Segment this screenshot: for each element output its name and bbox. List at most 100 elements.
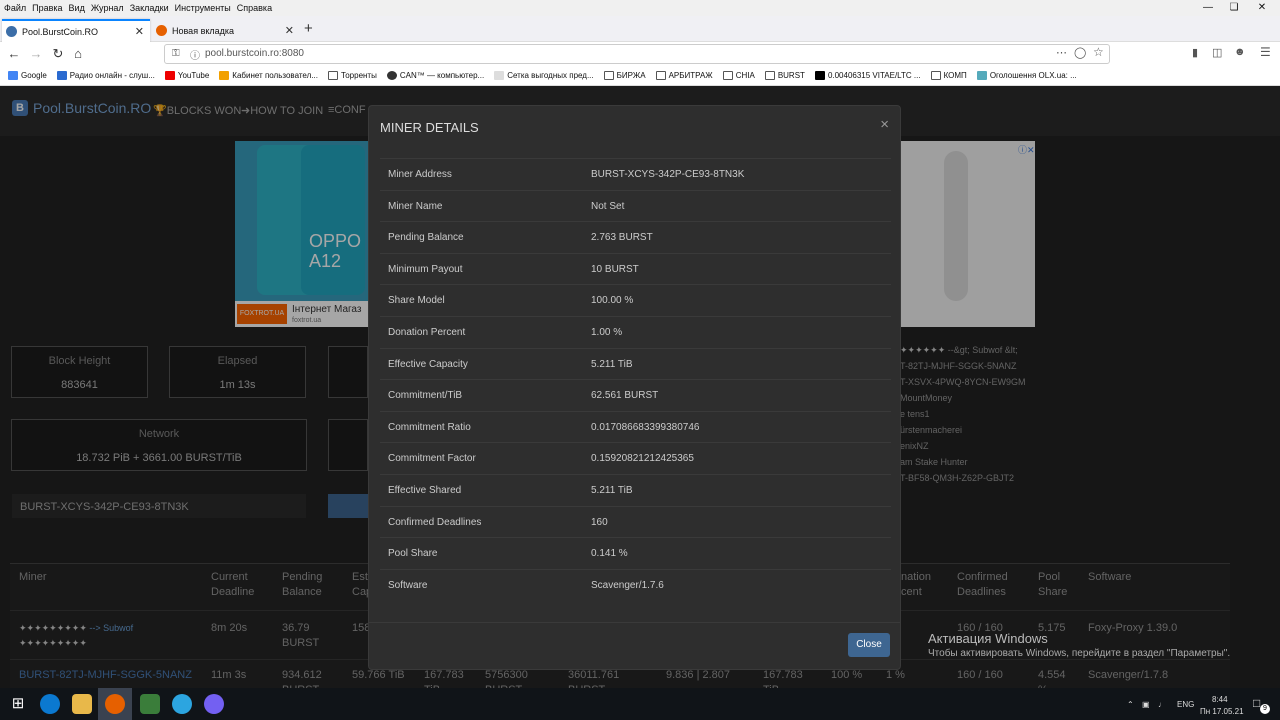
- google-icon: [8, 71, 18, 80]
- close-tab-icon[interactable]: ✕: [135, 25, 144, 38]
- back-icon[interactable]: ←: [4, 42, 24, 66]
- tab-pool-burstcoin[interactable]: Pool.BurstCoin.RO ✕: [2, 19, 150, 42]
- bookmark-chia[interactable]: CHIA: [722, 71, 755, 80]
- modal-title: MINER DETAILS: [380, 120, 479, 135]
- details-key: Effective Shared: [388, 485, 462, 496]
- folder-icon: [655, 71, 666, 80]
- close-window-icon[interactable]: ✕: [1244, 0, 1280, 16]
- menu-edit[interactable]: Правка: [32, 3, 62, 13]
- details-key: Share Model: [388, 295, 445, 307]
- page-info-icon[interactable]: ⓘ: [190, 47, 200, 62]
- details-key: Donation Percent: [388, 327, 466, 338]
- activation-watermark-text: Чтобы активировать Windows, перейдите в …: [928, 648, 1231, 659]
- pocket-icon[interactable]: ◯: [1074, 46, 1086, 59]
- radio-icon: [56, 71, 67, 80]
- details-row: Miner Name Not Set: [380, 189, 891, 222]
- close-button[interactable]: Close: [848, 633, 890, 657]
- details-key: Minimum Payout: [388, 263, 463, 275]
- menu-help[interactable]: Справка: [237, 3, 272, 13]
- hamburger-menu-icon[interactable]: ☰: [1260, 45, 1271, 59]
- youtube-icon: [164, 71, 175, 80]
- details-value: 10 BURST: [591, 263, 639, 275]
- clock-date[interactable]: Пн 17.05.21: [1200, 707, 1244, 716]
- details-row: Effective Capacity 5.211 TiB: [380, 347, 891, 380]
- details-value: 0.141 %: [591, 548, 628, 560]
- details-value: 0.017086683399380746: [591, 421, 700, 433]
- bookmark-star-icon[interactable]: ☆: [1093, 45, 1104, 59]
- bookmark-torrents[interactable]: Торренты: [327, 71, 377, 80]
- details-value: Not Set: [591, 200, 625, 212]
- home-icon[interactable]: ⌂: [68, 42, 88, 66]
- sidebar-icon[interactable]: ◫: [1212, 46, 1222, 59]
- details-row: Commitment/TiB 62.561 BURST: [380, 379, 891, 411]
- tab-label: Новая вкладка: [172, 25, 235, 36]
- bookmark-grid[interactable]: Сетка выгодных пред...: [494, 71, 594, 80]
- bookmark-cabinet[interactable]: Кабинет пользовател...: [219, 71, 318, 80]
- firefox-icon[interactable]: [105, 694, 125, 714]
- url-bar[interactable]: pool.burstcoin.ro:8080: [164, 44, 1110, 64]
- close-tab-icon[interactable]: ✕: [285, 24, 294, 37]
- can-icon: [386, 71, 397, 80]
- network-icon[interactable]: ▣: [1142, 700, 1150, 709]
- bookmark-arbitrage[interactable]: АРБИТРАЖ: [655, 71, 713, 80]
- details-key: Commitment Ratio: [388, 421, 471, 433]
- details-value: 1.00 %: [591, 327, 623, 338]
- menu-view[interactable]: Вид: [69, 3, 85, 13]
- menu-tools[interactable]: Инструменты: [175, 3, 231, 13]
- new-tab-icon[interactable]: +: [304, 20, 313, 37]
- details-value: 62.561 BURST: [591, 390, 659, 402]
- windows-start-icon[interactable]: ⊞: [8, 694, 28, 714]
- file-explorer-icon[interactable]: [72, 694, 92, 714]
- details-value: 160: [591, 516, 608, 528]
- clock-time[interactable]: 8:44: [1212, 695, 1228, 704]
- shield-icon[interactable]: ⚿: [172, 48, 180, 59]
- details-row: Donation Percent 1.00 %: [380, 316, 891, 348]
- library-icon[interactable]: ▮: [1192, 46, 1198, 59]
- details-key: Software: [388, 579, 428, 591]
- details-value: Scavenger/1.7.6: [591, 579, 664, 591]
- menu-history[interactable]: Журнал: [91, 3, 124, 13]
- account-icon[interactable]: ☻: [1234, 46, 1246, 58]
- bookmark-radio[interactable]: Радио онлайн - слуш...: [56, 71, 155, 80]
- app-icon[interactable]: [140, 694, 160, 714]
- olx-icon: [976, 71, 987, 80]
- details-value: 5.211 TiB: [591, 358, 633, 370]
- menu-bar: Файл Правка Вид Журнал Закладки Инструме…: [0, 0, 1280, 16]
- details-row: Minimum Payout 10 BURST: [380, 252, 891, 285]
- details-key: Miner Address: [388, 169, 452, 180]
- details-row: Miner Address BURST-XCYS-342P-CE93-8TN3K: [380, 158, 891, 190]
- reload-icon[interactable]: ↻: [48, 42, 68, 66]
- details-row: Share Model 100.00 %: [380, 284, 891, 316]
- tab-new-tab[interactable]: Новая вкладка ✕: [152, 19, 300, 42]
- details-value: 100.00 %: [591, 295, 634, 307]
- details-key: Commitment/TiB: [388, 390, 463, 402]
- bookmark-can[interactable]: CAN™ — компьютер...: [386, 71, 484, 80]
- volume-icon[interactable]: ♩: [1158, 700, 1166, 709]
- firefox-favicon-icon: [156, 25, 167, 36]
- menu-bookmarks[interactable]: Закладки: [130, 3, 169, 13]
- bookmark-google[interactable]: Google: [8, 71, 47, 80]
- telegram-icon[interactable]: [172, 694, 192, 714]
- tray-up-icon[interactable]: ⌃: [1127, 700, 1134, 709]
- folder-icon: [764, 71, 775, 80]
- page-actions-icon[interactable]: ⋯: [1056, 46, 1067, 59]
- bookmark-burst[interactable]: BURST: [764, 71, 805, 80]
- s-icon: [219, 71, 230, 80]
- language-indicator[interactable]: ENG: [1177, 700, 1194, 709]
- bookmark-birzha[interactable]: БИРЖА: [603, 71, 646, 80]
- bookmark-vitae[interactable]: 0.00406315 VITAE/LTC ...: [814, 71, 921, 80]
- menu-file[interactable]: Файл: [4, 3, 26, 13]
- close-icon[interactable]: ×: [880, 116, 889, 133]
- forward-icon[interactable]: →: [26, 42, 46, 66]
- edge-icon[interactable]: [40, 694, 60, 714]
- bookmark-youtube[interactable]: YouTube: [164, 71, 209, 80]
- bookmark-komp[interactable]: КОМП: [930, 71, 967, 80]
- modal-footer-divider: [369, 622, 900, 623]
- details-key: Commitment Factor: [388, 453, 476, 465]
- details-value: 5.211 TiB: [591, 485, 633, 496]
- bookmarks-bar: Google Радио онлайн - слуш... YouTube Ка…: [0, 66, 1280, 86]
- details-row: Pool Share 0.141 %: [380, 537, 891, 569]
- viber-icon[interactable]: [204, 694, 224, 714]
- details-key: Confirmed Deadlines: [388, 516, 482, 528]
- bookmark-olx[interactable]: Оголошення OLX.ua: ...: [976, 71, 1077, 80]
